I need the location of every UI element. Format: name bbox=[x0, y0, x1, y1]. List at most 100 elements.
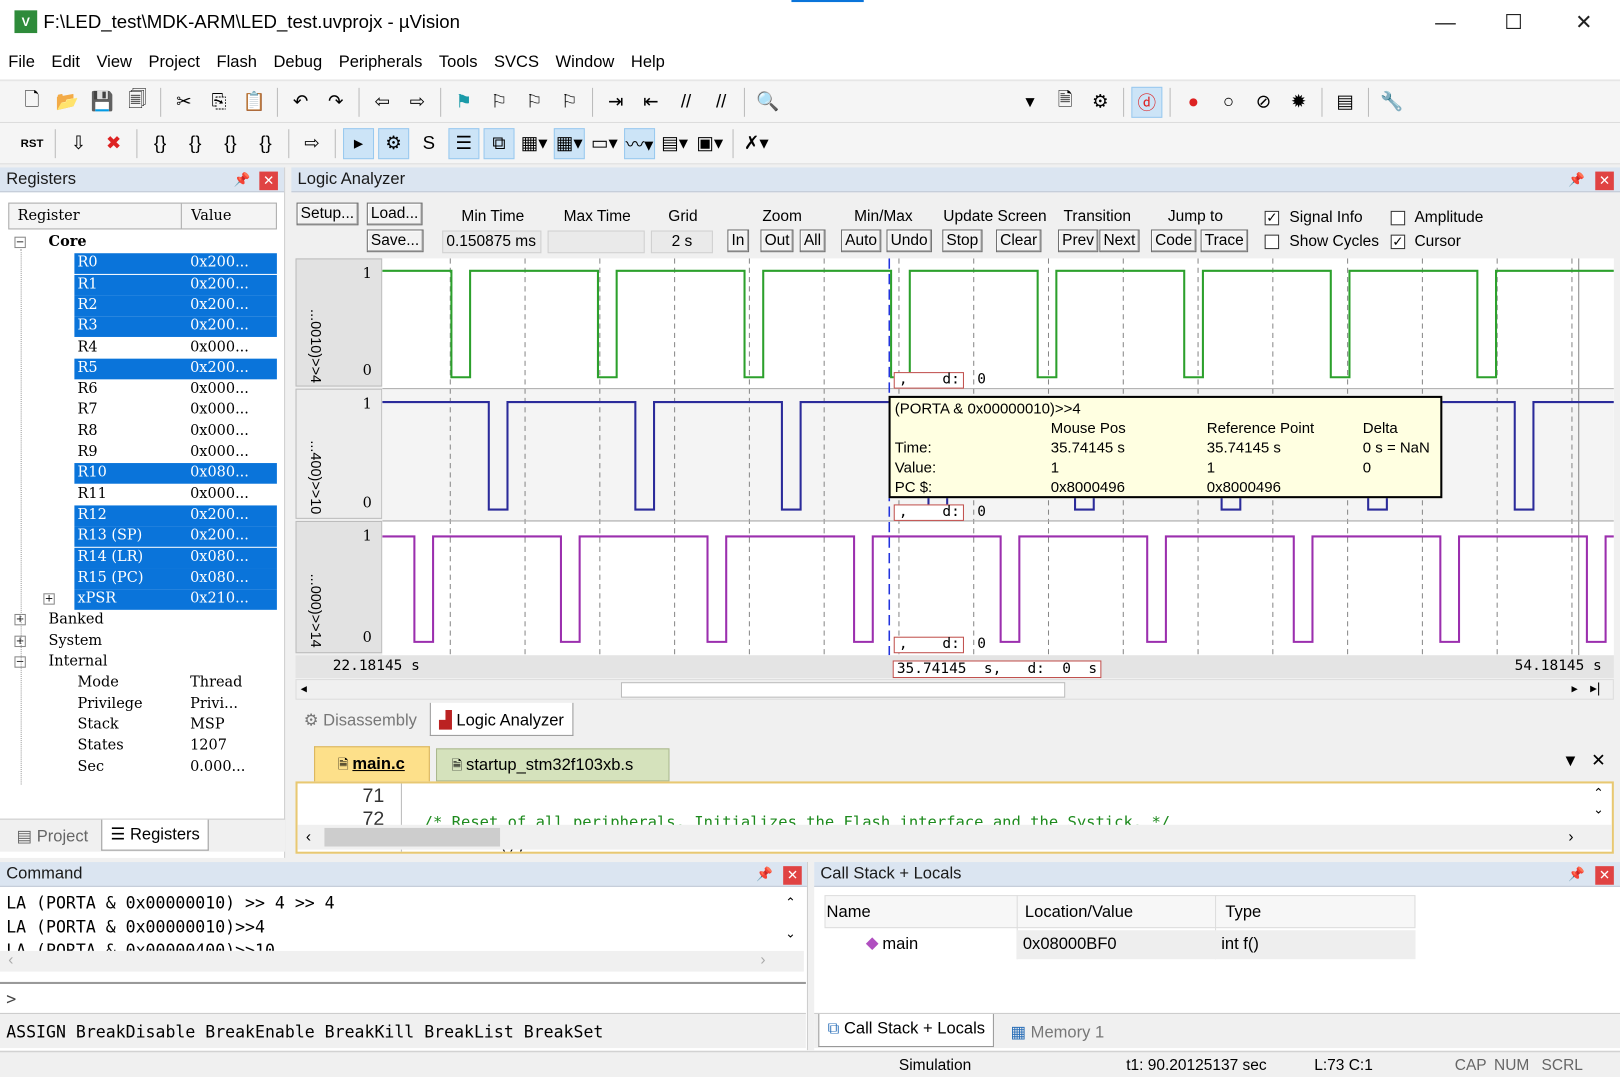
show-next-statement-button[interactable]: ⇨ bbox=[297, 128, 328, 159]
find-button[interactable]: 🗎 bbox=[1050, 86, 1081, 117]
register-row[interactable]: R3 0x200... bbox=[74, 316, 277, 338]
amplitude-checkbox[interactable] bbox=[1390, 210, 1406, 226]
pin-icon[interactable]: 📌 bbox=[756, 866, 773, 883]
register-row[interactable]: R14 (LR) 0x080... bbox=[74, 547, 277, 568]
scroll-down-icon[interactable]: ⌄ bbox=[1593, 802, 1603, 816]
save-all-button[interactable]: 🗐 bbox=[122, 86, 153, 117]
horizontal-scrollbar[interactable]: ◂ ▸ ▸| bbox=[295, 679, 1614, 700]
symbols-window-button[interactable]: S bbox=[413, 128, 444, 159]
register-row[interactable]: R0 0x200... bbox=[74, 253, 277, 275]
stop-button[interactable]: Stop bbox=[942, 229, 983, 253]
bookmark-button[interactable]: ⚑ bbox=[448, 86, 479, 117]
column-location[interactable]: Location/Value bbox=[1025, 903, 1133, 922]
register-row[interactable]: R5 0x200... bbox=[74, 358, 277, 380]
jump-trace-button[interactable]: Trace bbox=[1200, 229, 1248, 253]
undo-button[interactable]: ↶ bbox=[285, 86, 316, 117]
close-file-icon[interactable]: ✕ bbox=[1591, 750, 1606, 771]
indent-button[interactable]: ⇥ bbox=[600, 86, 631, 117]
step-out-button[interactable]: {} bbox=[215, 128, 246, 159]
menu-file[interactable]: File bbox=[0, 45, 43, 72]
register-row[interactable]: States 1207 bbox=[0, 736, 277, 757]
uncomment-button[interactable]: // bbox=[706, 86, 737, 117]
register-row[interactable]: R13 (SP) 0x200... bbox=[74, 526, 277, 547]
redo-button[interactable]: ↷ bbox=[320, 86, 351, 117]
breakpoint-button[interactable]: ● bbox=[1178, 86, 1209, 117]
column-register[interactable]: Register bbox=[18, 208, 80, 225]
toolbox-button[interactable]: ✗▾ bbox=[741, 128, 772, 159]
serial-window-button[interactable]: ▭▾ bbox=[589, 128, 620, 159]
scrollbar-thumb[interactable] bbox=[324, 827, 501, 847]
memory-window-button[interactable]: ▦▾ bbox=[553, 127, 585, 159]
tab-registers[interactable]: ☰ Registers bbox=[101, 819, 210, 851]
tab-list-dropdown-icon[interactable]: ▼ bbox=[1562, 752, 1578, 771]
register-row[interactable]: R15 (PC) 0x080... bbox=[74, 568, 277, 589]
paste-button[interactable]: 📋 bbox=[239, 86, 270, 117]
command-window-button[interactable]: ▸ bbox=[343, 127, 375, 159]
clear-button[interactable]: Clear bbox=[996, 229, 1042, 253]
tab-main-c[interactable]: 🗎 main.c bbox=[314, 746, 430, 782]
find-in-files-button[interactable]: 🔍 bbox=[752, 86, 783, 117]
comment-button[interactable]: // bbox=[671, 86, 702, 117]
menu-tools[interactable]: Tools bbox=[431, 45, 486, 72]
disable-all-breakpoints-button[interactable]: ⊘ bbox=[1248, 86, 1279, 117]
scrollbar-thumb[interactable] bbox=[620, 682, 1066, 698]
tab-memory-1[interactable]: ▦ Memory 1 bbox=[1002, 1018, 1112, 1047]
cursor-checkbox[interactable]: ✓ bbox=[1390, 234, 1406, 250]
register-row[interactable]: + Banked bbox=[0, 610, 277, 631]
zoom-out-button[interactable]: Out bbox=[760, 229, 794, 253]
prev-bookmark-button[interactable]: ⚐ bbox=[484, 86, 515, 117]
cut-button[interactable]: ✂ bbox=[168, 86, 199, 117]
next-button[interactable]: Next bbox=[1099, 229, 1140, 253]
register-row[interactable]: R11 0x000... bbox=[0, 484, 277, 505]
column-name[interactable]: Name bbox=[827, 903, 871, 922]
command-input[interactable]: > bbox=[6, 989, 16, 1009]
expand-icon[interactable]: + bbox=[43, 593, 55, 605]
window-config-button[interactable]: ▤ bbox=[1330, 86, 1361, 117]
register-row[interactable]: Sec 0.000... bbox=[0, 757, 277, 778]
scroll-up-icon[interactable]: ⌃ bbox=[1593, 786, 1603, 800]
zoom-in-button[interactable]: In bbox=[727, 229, 749, 253]
register-row[interactable]: R12 0x200... bbox=[74, 505, 277, 526]
disable-breakpoint-button[interactable]: ○ bbox=[1213, 86, 1244, 117]
call-stack-window-button[interactable]: ⧉ bbox=[483, 127, 515, 159]
reset-button[interactable]: RST bbox=[17, 128, 48, 159]
pin-icon[interactable]: 📌 bbox=[234, 172, 251, 189]
stop-button[interactable]: ✖ bbox=[98, 128, 129, 159]
debug-session-button[interactable]: ⓓ bbox=[1131, 86, 1163, 118]
maximize-button[interactable]: ☐ bbox=[1490, 8, 1538, 37]
auto-button[interactable]: Auto bbox=[841, 229, 882, 253]
copy-button[interactable]: ⎘ bbox=[204, 86, 235, 117]
register-row[interactable]: R1 0x200... bbox=[74, 274, 277, 296]
back-button[interactable]: ⇦ bbox=[367, 86, 398, 117]
pin-icon[interactable]: 📌 bbox=[1568, 172, 1585, 189]
register-row[interactable]: R10 0x080... bbox=[74, 463, 277, 485]
tab-disassembly[interactable]: ⚙ Disassembly bbox=[295, 706, 425, 735]
close-panel-icon[interactable]: ✕ bbox=[1595, 866, 1614, 885]
zoom-all-button[interactable]: All bbox=[799, 229, 826, 253]
signal-label-2[interactable]: ...400)>>10 1 0 bbox=[295, 388, 383, 519]
register-row[interactable]: Mode Thread bbox=[0, 673, 277, 694]
register-row[interactable]: R6 0x000... bbox=[0, 379, 277, 400]
register-row[interactable]: + xPSR 0x210... bbox=[43, 589, 277, 610]
show-cycles-checkbox[interactable] bbox=[1264, 234, 1280, 250]
step-button[interactable]: {} bbox=[145, 128, 176, 159]
menu-project[interactable]: Project bbox=[140, 45, 208, 72]
register-row[interactable]: R7 0x000... bbox=[0, 400, 277, 421]
kill-all-breakpoints-button[interactable]: ✹ bbox=[1283, 86, 1314, 117]
setup-button[interactable]: Setup... bbox=[296, 202, 359, 226]
register-row[interactable]: − Core bbox=[0, 233, 277, 254]
open-folder-button[interactable]: 📂 bbox=[52, 86, 83, 117]
new-file-button[interactable]: 🗋 bbox=[17, 86, 48, 117]
menu-peripherals[interactable]: Peripherals bbox=[330, 45, 430, 72]
register-row[interactable]: R9 0x000... bbox=[0, 442, 277, 463]
forward-button[interactable]: ⇨ bbox=[402, 86, 433, 117]
undo-button[interactable]: Undo bbox=[886, 229, 932, 253]
column-value[interactable]: Value bbox=[191, 208, 231, 225]
register-row[interactable]: R8 0x000... bbox=[0, 421, 277, 442]
clear-bookmarks-button[interactable]: ⚐ bbox=[554, 86, 585, 117]
disassembly-window-button[interactable]: ⚙ bbox=[378, 127, 410, 159]
unindent-button[interactable]: ⇤ bbox=[635, 86, 666, 117]
dropdown-button[interactable]: ▾ bbox=[1015, 86, 1046, 117]
tab-project[interactable]: ▤ Project bbox=[8, 822, 96, 851]
menu-flash[interactable]: Flash bbox=[208, 45, 265, 72]
